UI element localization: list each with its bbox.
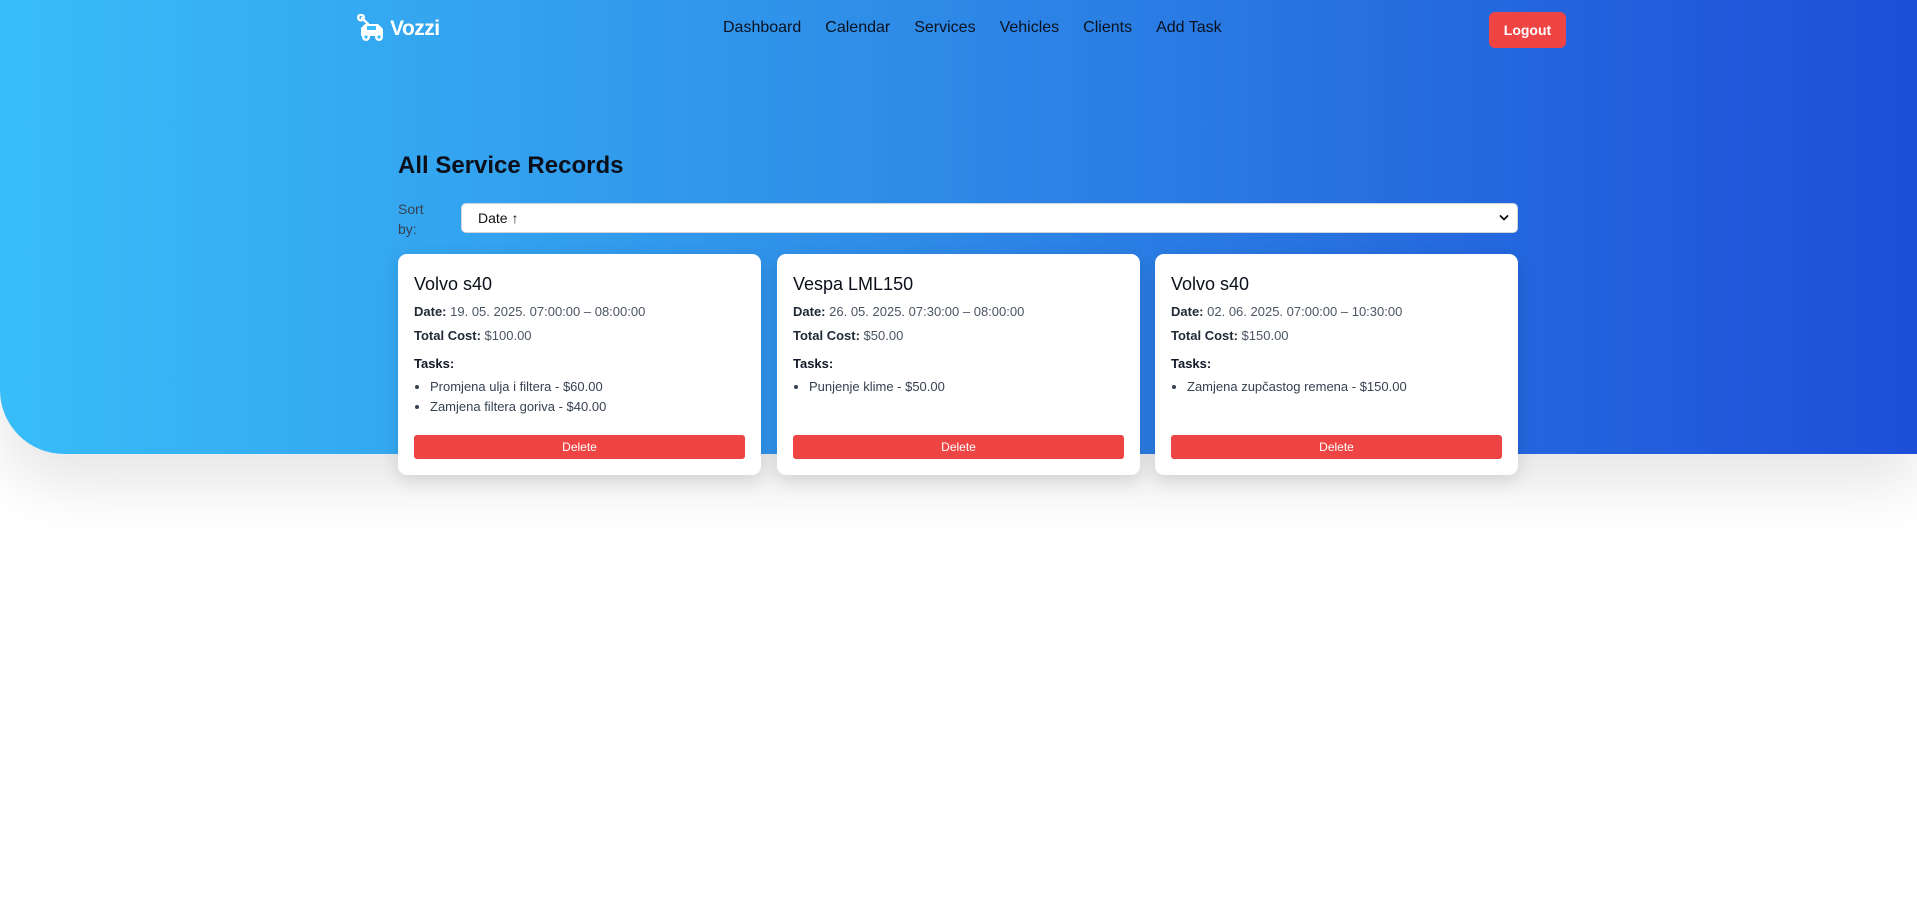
nav-link-dashboard[interactable]: Dashboard <box>723 19 801 37</box>
task-list: Promjena ulja i filtera - $60.00 Zamjena… <box>414 379 606 419</box>
date-value: 19. 05. 2025. 07:00:00 – 08:00:00 <box>450 304 646 319</box>
date-label: Date: <box>793 304 826 319</box>
record-date: Date: 19. 05. 2025. 07:00:00 – 08:00:00 <box>414 304 645 319</box>
car-wrench-icon <box>357 14 383 41</box>
record-date: Date: 26. 05. 2025. 07:30:00 – 08:00:00 <box>793 304 1024 319</box>
total-cost-value: $100.00 <box>484 328 532 343</box>
vehicle-name: Vespa LML150 <box>793 274 914 294</box>
brand-logo[interactable]: Vozzi <box>356 14 440 44</box>
nav-link-services[interactable]: Services <box>914 19 975 37</box>
nav-link-calendar[interactable]: Calendar <box>825 19 890 37</box>
delete-button[interactable]: Delete <box>1171 435 1502 459</box>
date-value: 02. 06. 2025. 07:00:00 – 10:30:00 <box>1207 304 1403 319</box>
total-cost-label: Total Cost: <box>793 328 860 343</box>
nav-link-vehicles[interactable]: Vehicles <box>1000 19 1060 37</box>
nav-link-add-task[interactable]: Add Task <box>1156 19 1222 37</box>
record-date: Date: 02. 06. 2025. 07:00:00 – 10:30:00 <box>1171 304 1402 319</box>
total-cost-value: $50.00 <box>863 328 904 343</box>
delete-button[interactable]: Delete <box>793 435 1124 459</box>
sort-label: Sort by: <box>398 201 424 237</box>
vehicle-name: Volvo s40 <box>1171 274 1250 294</box>
sort-select-value: Date ↑ <box>478 210 519 226</box>
task-item: Zamjena filtera goriva - $40.00 <box>414 399 606 419</box>
total-cost-value: $150.00 <box>1241 328 1289 343</box>
service-record-card: Vespa LML150 Date: 26. 05. 2025. 07:30:0… <box>777 254 1140 475</box>
delete-button[interactable]: Delete <box>414 435 745 459</box>
record-total-cost: Total Cost: $100.00 <box>414 328 532 343</box>
chevron-down-icon <box>1499 215 1509 221</box>
date-label: Date: <box>414 304 447 319</box>
tasks-label: Tasks: <box>414 356 455 371</box>
task-list: Zamjena zupčastog remena - $150.00 <box>1171 379 1407 399</box>
service-record-card: Volvo s40 Date: 19. 05. 2025. 07:00:00 –… <box>398 254 761 475</box>
record-total-cost: Total Cost: $50.00 <box>793 328 903 343</box>
task-item: Zamjena zupčastog remena - $150.00 <box>1171 379 1407 399</box>
task-item: Punjenje klime - $50.00 <box>793 379 945 399</box>
date-value: 26. 05. 2025. 07:30:00 – 08:00:00 <box>829 304 1025 319</box>
nav-link-clients[interactable]: Clients <box>1083 19 1132 37</box>
sort-select[interactable]: Date ↑ <box>461 203 1518 233</box>
task-list: Punjenje klime - $50.00 <box>793 379 945 399</box>
vehicle-name: Volvo s40 <box>414 274 493 294</box>
record-total-cost: Total Cost: $150.00 <box>1171 328 1289 343</box>
total-cost-label: Total Cost: <box>1171 328 1238 343</box>
page-title: All Service Records <box>398 152 624 179</box>
logout-button[interactable]: Logout <box>1489 12 1566 48</box>
task-item: Promjena ulja i filtera - $60.00 <box>414 379 606 399</box>
total-cost-label: Total Cost: <box>414 328 481 343</box>
tasks-label: Tasks: <box>793 356 834 371</box>
nav-links: Dashboard Calendar Services Vehicles Cli… <box>723 19 1222 37</box>
brand-name: Vozzi <box>390 17 440 40</box>
top-navbar: Vozzi Dashboard Calendar Services Vehicl… <box>0 0 1917 60</box>
date-label: Date: <box>1171 304 1204 319</box>
service-record-card: Volvo s40 Date: 02. 06. 2025. 07:00:00 –… <box>1155 254 1518 475</box>
tasks-label: Tasks: <box>1171 356 1212 371</box>
